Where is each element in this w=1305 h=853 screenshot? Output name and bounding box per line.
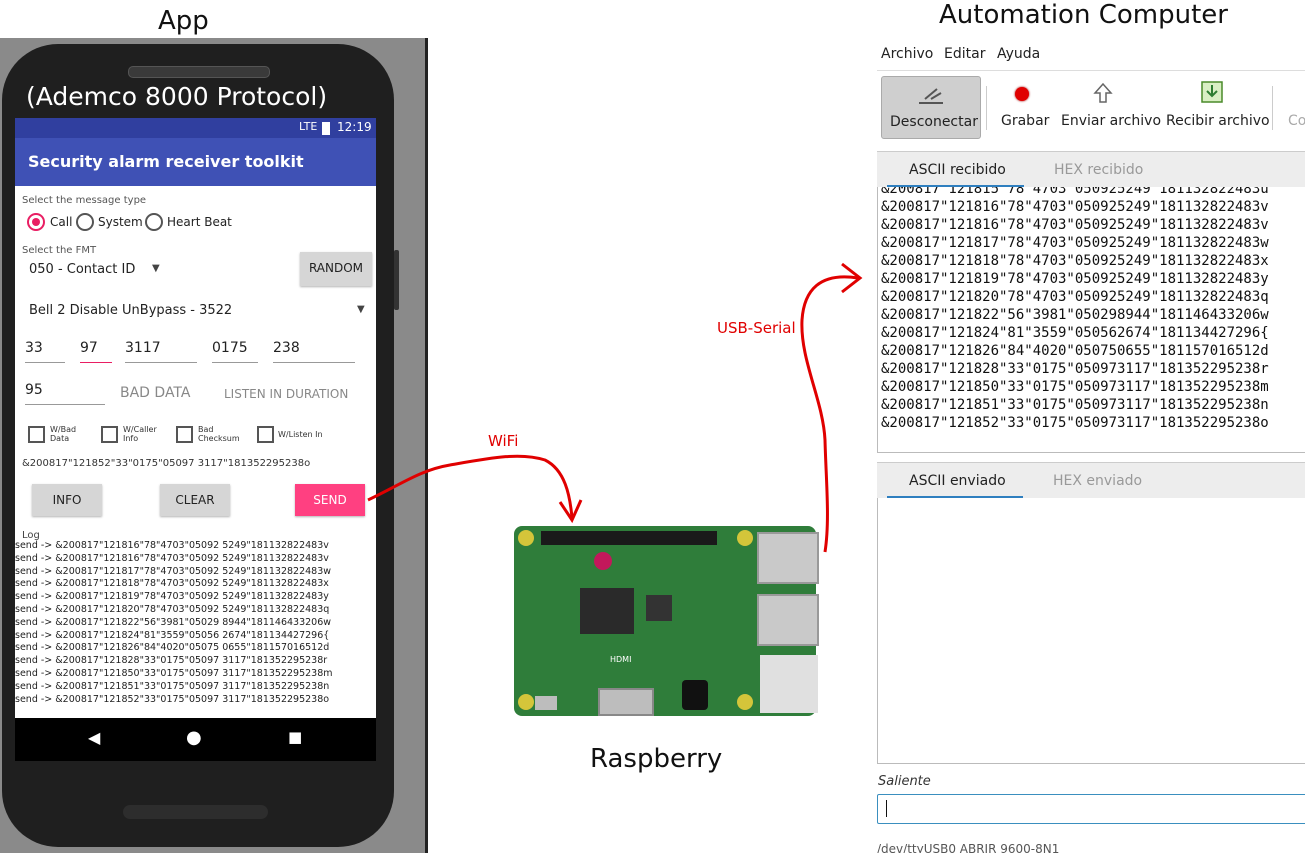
tab-hex-sent[interactable]: HEX enviado <box>1053 473 1142 489</box>
wifi-arrow <box>367 454 574 519</box>
sent-tabs: ASCII enviado HEX enviado <box>877 462 1305 500</box>
received-line: &200817"121816"78"4703"050925249"1811328… <box>881 217 1269 233</box>
received-line: &200817"121815"78"4703"050925249"1811328… <box>881 187 1269 197</box>
received-line: &200817"121819"78"4703"050925249"1811328… <box>881 271 1269 287</box>
received-line: &200817"121816"78"4703"050925249"1811328… <box>881 199 1269 215</box>
record-button[interactable]: Grabar <box>1001 113 1049 129</box>
received-line: &200817"121822"56"3981"050298944"1811464… <box>881 307 1269 323</box>
download-icon <box>1201 81 1223 103</box>
plug-icon <box>919 88 943 104</box>
received-text-area[interactable]: &200817"121815"78"4703"050925249"1811328… <box>877 187 1305 453</box>
toolbar-divider <box>1272 86 1273 130</box>
outgoing-label: Saliente <box>878 774 931 789</box>
receive-file-button[interactable]: Recibir archivo <box>1166 113 1270 129</box>
disconnect-label: Desconectar <box>890 114 978 130</box>
received-lines: &200817"121815"78"4703"050925249"1811328… <box>881 187 1269 432</box>
received-line: &200817"121852"33"0175"050973117"1813522… <box>881 415 1269 431</box>
received-line: &200817"121851"33"0175"050973117"1813522… <box>881 397 1269 413</box>
sent-text-area[interactable] <box>877 498 1305 764</box>
outgoing-input[interactable] <box>877 794 1305 824</box>
upload-icon <box>1093 82 1113 103</box>
received-tabs: ASCII recibido HEX recibido <box>877 151 1305 189</box>
wifi-label: WiFi <box>488 432 519 450</box>
tab-ascii-received[interactable]: ASCII recibido <box>909 162 1006 178</box>
connection-status: /dev/ttyUSB0 ABRIR 9600-8N1 <box>877 842 1060 853</box>
tab-ascii-sent[interactable]: ASCII enviado <box>909 473 1006 489</box>
received-line: &200817"121820"78"4703"050925249"1811328… <box>881 289 1269 305</box>
received-line: &200817"121818"78"4703"050925249"1811328… <box>881 253 1269 269</box>
toolbar-separator <box>877 70 1305 71</box>
menu-editar[interactable]: Editar <box>944 46 985 62</box>
toolbar-divider <box>986 86 987 130</box>
received-line: &200817"121850"33"0175"050973117"1813522… <box>881 379 1269 395</box>
text-caret <box>886 800 887 817</box>
received-line: &200817"121828"33"0175"050973117"1813522… <box>881 361 1269 377</box>
more-button[interactable]: Co <box>1288 113 1305 129</box>
menu-ayuda[interactable]: Ayuda <box>997 46 1040 62</box>
received-line: &200817"121817"78"4703"050925249"1811328… <box>881 235 1269 251</box>
usb-serial-arrow <box>800 275 859 553</box>
menu-archivo[interactable]: Archivo <box>881 46 933 62</box>
record-icon <box>1015 87 1029 101</box>
disconnect-button[interactable]: Desconectar <box>881 76 981 139</box>
send-file-button[interactable]: Enviar archivo <box>1061 113 1161 129</box>
received-line: &200817"121824"81"3559"050562674"1811344… <box>881 325 1269 341</box>
usb-serial-label: USB-Serial <box>717 319 796 337</box>
menu-bar: Archivo Editar Ayuda <box>877 44 1305 66</box>
received-line: &200817"121826"84"4020"050750655"1811570… <box>881 343 1269 359</box>
tab-hex-received[interactable]: HEX recibido <box>1054 162 1143 178</box>
